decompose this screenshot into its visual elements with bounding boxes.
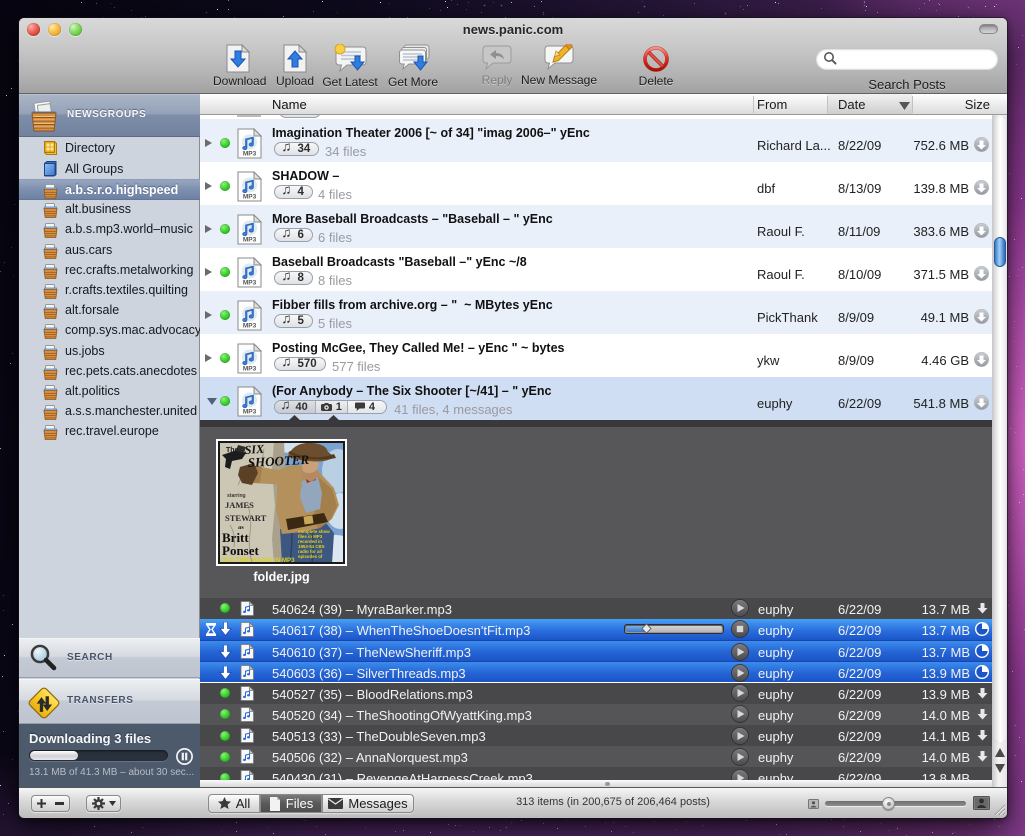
svg-text:starring: starring: [227, 493, 246, 499]
svg-text:episodes of: episodes of: [298, 554, 323, 559]
svg-text:Ponset: Ponset: [222, 543, 260, 558]
svg-text:STEWART: STEWART: [225, 513, 267, 523]
svg-text:JAMES: JAMES: [225, 500, 254, 510]
svg-text:The: The: [226, 447, 239, 454]
